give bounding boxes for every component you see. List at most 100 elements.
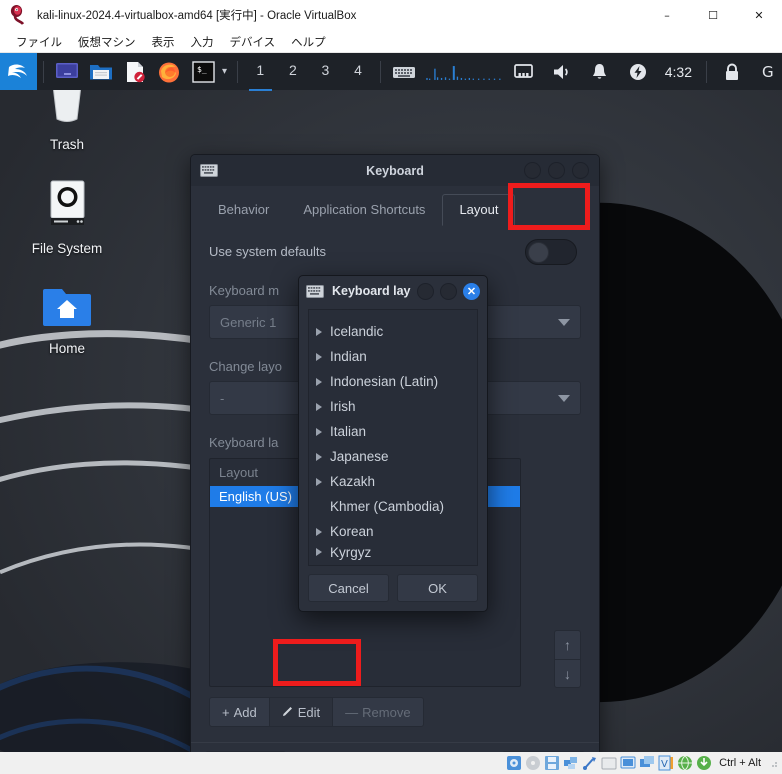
close-button[interactable]: ✕ [736,0,782,31]
list-item[interactable]: Kazakh [309,469,477,494]
list-item[interactable] [309,310,477,319]
dialog-close-button[interactable] [572,162,589,179]
display-capture-icon[interactable] [620,755,636,771]
network-icon[interactable] [512,60,536,84]
resize-grip[interactable] [768,758,778,768]
lock-icon[interactable] [720,60,744,84]
minimize-button[interactable]: – [644,0,690,31]
menu-view[interactable]: 表示 [144,32,183,52]
expand-triangle-icon[interactable] [316,402,322,411]
workspace-2[interactable]: 2 [286,62,301,81]
chevron-down-icon [558,395,570,402]
firefox-icon[interactable] [156,59,182,85]
workspace-3[interactable]: 3 [318,62,333,81]
list-item-label: Kyrgyz [330,544,372,560]
desktop-icon-file-system[interactable]: File System [12,175,122,256]
list-item[interactable]: Irish [309,394,477,419]
terminal-icon[interactable]: $_ [190,59,216,85]
layout-cancel-button[interactable]: Cancel [308,574,389,602]
edit-layout-button[interactable]: Edit [269,698,334,726]
kali-menu-button[interactable] [0,53,37,90]
volume-icon[interactable] [550,60,574,84]
power-icon[interactable] [626,60,650,84]
optical-disk-icon[interactable] [525,755,541,771]
kali-dragon-icon [8,64,27,78]
move-up-button[interactable]: ↑ [554,630,581,659]
menu-file[interactable]: ファイル [8,32,70,52]
layout-ok-button[interactable]: OK [397,574,478,602]
tab-layout[interactable]: Layout [442,194,516,226]
globe-icon[interactable] [677,755,693,771]
keyboard-layout-selection-dialog: Keyboard lay ✕ Icelandic Indian Indonesi… [298,275,488,612]
keyboard-dialog-tabs: Behavior Application Shortcuts Layout [201,194,589,226]
maximize-button[interactable]: ☐ [690,0,736,31]
svg-text:$_: $_ [197,65,207,74]
virtualbox-menubar: ファイル 仮想マシン 表示 入力 デバイス ヘルプ [0,31,782,53]
menu-help[interactable]: ヘルプ [283,32,334,52]
shared-folder-icon[interactable] [601,755,617,771]
list-item[interactable]: Italian [309,419,477,444]
expand-triangle-icon[interactable] [316,477,322,486]
download-icon[interactable] [696,755,712,771]
text-editor-icon[interactable] [122,59,148,85]
expand-triangle-icon[interactable] [316,548,322,556]
tab-application-shortcuts[interactable]: Application Shortcuts [286,194,442,226]
home-folder-icon [43,289,91,326]
list-item[interactable]: Japanese [309,444,477,469]
dialog-minimize-button[interactable] [524,162,541,179]
help-button[interactable]: Help [205,751,286,752]
vm-indicator-icon[interactable]: V [658,755,674,771]
file-manager-icon[interactable] [88,59,114,85]
layout-tree-list[interactable]: Icelandic Indian Indonesian (Latin) Iris… [308,309,478,566]
notification-icon[interactable] [588,60,612,84]
list-item[interactable]: Kyrgyz [309,544,477,560]
window-controls: – ☐ ✕ [644,0,782,31]
floppy-icon[interactable] [544,755,560,771]
remove-layout-button: — Remove [333,698,422,726]
add-layout-button[interactable]: + Add [210,698,270,726]
taskbar-keyboard-window-icon[interactable] [391,59,417,85]
desktop-icon-home[interactable]: Home [12,281,122,356]
move-down-button[interactable]: ↓ [554,659,581,688]
usb-icon[interactable] [582,755,598,771]
layout-dialog-maximize-button[interactable] [440,282,457,300]
tab-behavior[interactable]: Behavior [201,194,286,226]
layout-dialog-titlebar: Keyboard lay ✕ [299,276,487,306]
keyboard-model-value: Generic 1 [220,314,277,330]
expand-triangle-icon[interactable] [316,327,322,336]
workspace-1[interactable]: 1 [249,62,272,91]
list-item[interactable]: Indonesian (Latin) [309,369,477,394]
network-adapter-icon[interactable] [563,755,579,771]
list-item[interactable]: Indian [309,344,477,369]
expand-triangle-icon[interactable] [316,452,322,461]
keyboard-dialog-footer: Help ✕ Close [191,742,599,752]
add-layout-label: Add [233,704,257,720]
list-item[interactable]: Icelandic [309,319,477,344]
hard-disk-icon[interactable] [506,755,522,771]
layout-dialog-minimize-button[interactable] [417,282,434,300]
clock[interactable]: 4:32 [665,64,692,80]
dialog-maximize-button[interactable] [548,162,565,179]
display-icon[interactable] [54,59,80,85]
layout-dialog-close-button[interactable]: ✕ [463,282,480,300]
menu-devices[interactable]: デバイス [222,32,284,52]
remote-desktop-icon[interactable] [639,755,655,771]
host-key-indicator: Ctrl + Alt [719,757,761,769]
list-item-label: Kazakh [330,474,376,489]
chevron-down-icon[interactable]: ▾ [222,66,227,77]
list-item[interactable]: Korean [309,519,477,544]
expand-triangle-icon[interactable] [316,377,322,386]
menu-input[interactable]: 入力 [183,32,222,52]
menu-machine[interactable]: 仮想マシン [70,32,144,52]
close-dialog-button[interactable]: ✕ Close [501,751,585,752]
list-item-label: Italian [330,424,367,439]
expand-triangle-icon[interactable] [316,352,322,361]
list-item[interactable]: Khmer (Cambodia) [309,494,477,519]
expand-triangle-icon[interactable] [316,527,322,536]
virtualbox-window: kali-linux-2024.4-virtualbox-amd64 [実行中]… [0,0,782,774]
user-icon[interactable]: G [758,60,782,84]
drive-icon [50,180,85,225]
workspace-4[interactable]: 4 [351,62,366,81]
expand-triangle-icon[interactable] [316,427,322,436]
use-system-defaults-toggle[interactable] [525,239,577,265]
